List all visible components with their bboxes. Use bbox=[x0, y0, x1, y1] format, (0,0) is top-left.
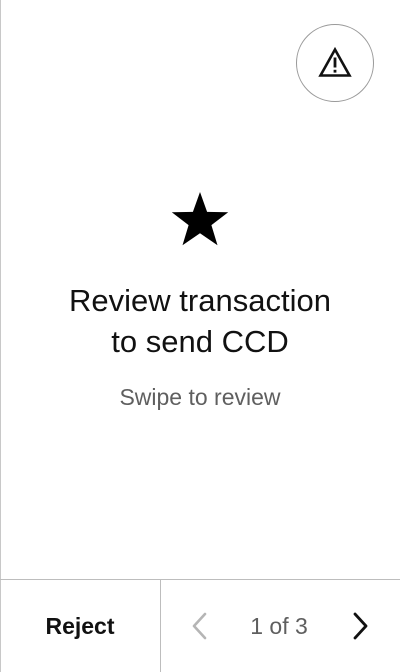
swipe-hint: Swipe to review bbox=[119, 384, 281, 410]
chevron-left-icon bbox=[192, 612, 207, 640]
next-page-button[interactable] bbox=[340, 606, 380, 646]
reject-button[interactable]: Reject bbox=[0, 580, 160, 672]
footer-divider bbox=[160, 580, 161, 672]
navigation-footer: Reject 1 of 3 bbox=[0, 579, 400, 672]
chevron-right-icon bbox=[353, 612, 368, 640]
page-indicator: 1 of 3 bbox=[250, 613, 308, 639]
transaction-title: Review transaction to send CCD bbox=[0, 280, 400, 362]
star-icon bbox=[171, 192, 229, 246]
previous-page-button[interactable] bbox=[180, 606, 220, 646]
transaction-title-line-1: Review transaction bbox=[69, 283, 331, 318]
transaction-title-line-2: to send CCD bbox=[111, 324, 289, 359]
warning-button[interactable] bbox=[296, 24, 374, 102]
warning-triangle-icon bbox=[318, 46, 352, 77]
